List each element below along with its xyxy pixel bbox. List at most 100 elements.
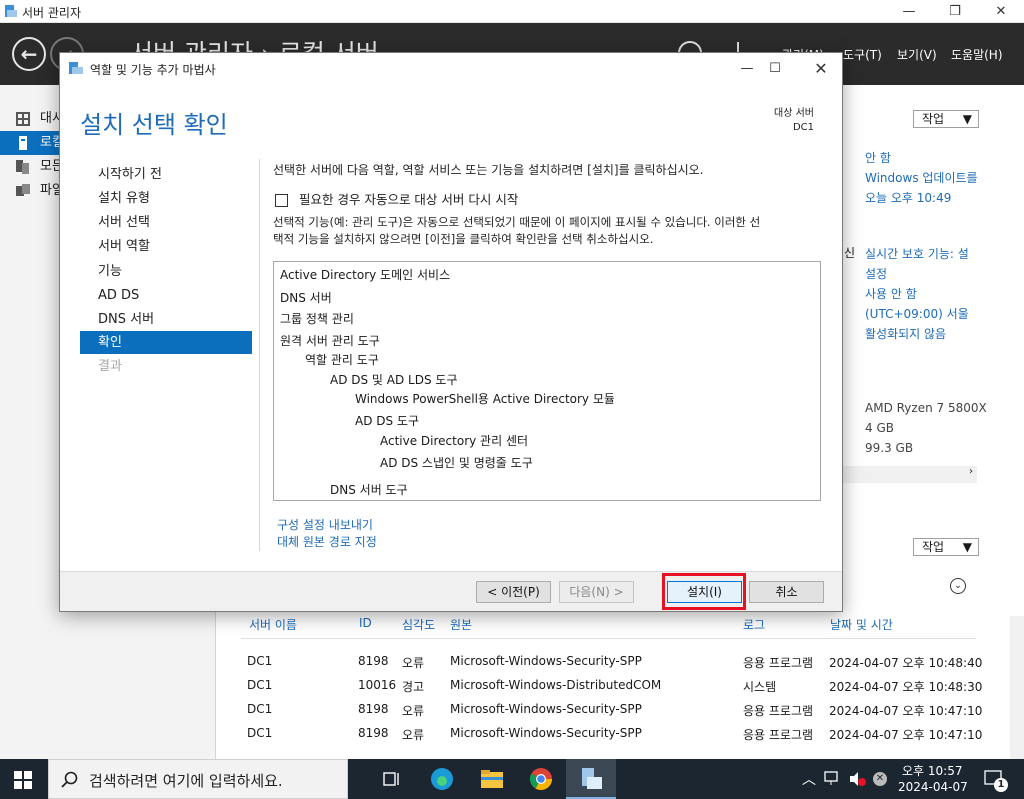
disk-value: 99.3 GB [865, 441, 914, 455]
cell-date-time: 2024-04-07 오후 10:48:30 [829, 680, 983, 694]
step-server-selection[interactable]: 서버 선택 [80, 211, 252, 234]
step-before-you-begin[interactable]: 시작하기 전 [80, 163, 252, 186]
list-item: Windows PowerShell용 Active Directory 모듈 [355, 392, 615, 406]
all-servers-icon [16, 160, 29, 174]
property-value[interactable]: 오늘 오후 10:49 [865, 188, 978, 208]
cell-source: Microsoft-Windows-DistributedCOM [450, 678, 662, 692]
alternate-source-link[interactable]: 대체 원본 경로 지정 [277, 533, 377, 550]
property-value[interactable]: 실시간 보호 기능: 설 [865, 244, 969, 264]
memory-value: 4 GB [865, 421, 894, 435]
task-view-icon[interactable] [378, 765, 406, 793]
wizard-maximize-button[interactable]: ☐ [752, 57, 798, 79]
cell-id: 8198 [358, 726, 389, 740]
show-hidden-icons-chevron-icon[interactable]: ︿ [802, 769, 816, 789]
list-item: Active Directory 도메인 서비스 [280, 268, 451, 282]
previous-button[interactable]: < 이전(P) [476, 581, 551, 603]
property-value[interactable]: Windows 업데이트를 [865, 168, 978, 188]
properties-column-2: 실시간 보호 기능: 설 설정 사용 안 함 (UTC+09:00) 서울 활성… [865, 244, 969, 344]
clock-date[interactable]: 2024-04-07 [898, 780, 968, 794]
taskbar-search-box[interactable]: 검색하려면 여기에 입력하세요. [48, 759, 348, 799]
list-item: AD DS 스냅인 및 명령줄 도구 [380, 456, 533, 470]
clock-time[interactable]: 오후 10:57 [902, 762, 962, 779]
network-icon[interactable] [824, 771, 842, 787]
minimize-button[interactable]: — [886, 0, 932, 23]
chrome-browser-icon[interactable] [527, 765, 555, 793]
target-server-info: 대상 서버 DC1 [774, 107, 814, 135]
file-explorer-icon[interactable] [478, 765, 506, 793]
list-item: DNS 서버 [280, 291, 332, 305]
volume-muted-icon[interactable] [848, 771, 868, 787]
cell-source: Microsoft-Windows-Security-SPP [450, 726, 642, 740]
cell-server: DC1 [247, 678, 273, 692]
property-value[interactable]: 설정 [865, 264, 969, 284]
wizard-icon [69, 62, 83, 74]
server-manager-icon [5, 5, 17, 17]
step-dns-server[interactable]: DNS 서버 [80, 308, 252, 331]
tasks-dropdown-properties[interactable]: 작업 ▼ [913, 110, 979, 128]
optional-features-note-line2: 택적 기능을 설치하지 않으려면 [이전]을 클릭하여 확인란을 선택 취소하십… [273, 232, 654, 246]
step-confirmation[interactable]: 확인 [80, 331, 252, 354]
windows-start-icon[interactable] [14, 771, 32, 789]
wizard-divider [259, 159, 260, 551]
step-installation-type[interactable]: 설치 유형 [80, 187, 252, 210]
processor-value: AMD Ryzen 7 5800X [865, 401, 987, 415]
events-table: 서버 이름 ID 심각도 원본 로그 날짜 및 시간 DC1 8198 오류 M… [241, 616, 982, 742]
cell-log: 시스템 [743, 680, 777, 694]
server-manager-titlebar: 서버 관리자 — ❐ ✕ [0, 0, 1024, 23]
property-value[interactable]: 사용 안 함 [865, 284, 969, 304]
cell-id: 10016 [358, 678, 397, 692]
step-features[interactable]: 기능 [80, 260, 252, 283]
header-divider [241, 638, 976, 639]
tasks-label: 작업 [922, 540, 945, 554]
step-server-roles[interactable]: 서버 역할 [80, 235, 252, 258]
taskbar-server-manager-active[interactable] [566, 759, 616, 799]
restart-checkbox-label[interactable]: 필요한 경우 자동으로 대상 서버 다시 시작 [299, 191, 518, 209]
step-ad-ds[interactable]: AD DS [80, 284, 252, 307]
file-services-icon [16, 184, 30, 196]
column-date-time[interactable]: 날짜 및 시간 [830, 616, 893, 633]
search-icon [61, 771, 78, 788]
cell-severity: 오류 [402, 728, 425, 742]
cell-log: 응용 프로그램 [743, 728, 814, 742]
target-server-label: 대상 서버 [774, 108, 814, 119]
menu-view[interactable]: 보기(V) [897, 46, 937, 63]
selection-list[interactable]: Active Directory 도메인 서비스 DNS 서버 그룹 정책 관리… [273, 261, 821, 501]
table-row[interactable]: DC1 10016 경고 Microsoft-Windows-Distribut… [241, 674, 982, 698]
wizard-close-button[interactable]: ✕ [798, 57, 844, 79]
property-value[interactable]: 활성화되지 않음 [865, 324, 969, 344]
vertical-scrollbar[interactable] [1010, 616, 1024, 759]
column-severity[interactable]: 심각도 [402, 616, 435, 633]
cell-log: 응용 프로그램 [743, 704, 814, 718]
column-source[interactable]: 원본 [450, 616, 472, 633]
cell-server: DC1 [247, 702, 273, 716]
collapse-chevron-icon[interactable]: ⌄ [950, 578, 966, 594]
close-button[interactable]: ✕ [978, 0, 1024, 23]
install-button[interactable]: 설치(I) [667, 581, 742, 603]
tasks-dropdown-events[interactable]: 작업 ▼ [913, 538, 979, 556]
page-title: 설치 선택 확인 [80, 111, 228, 139]
properties-column-1: 안 함 Windows 업데이트를 오늘 오후 10:49 [865, 148, 978, 208]
restart-checkbox[interactable] [275, 194, 288, 207]
horizontal-scrollbar[interactable]: › [843, 466, 977, 483]
edge-browser-icon[interactable] [428, 765, 456, 793]
back-arrow-icon[interactable]: ← [12, 37, 46, 71]
table-row[interactable]: DC1 8198 오류 Microsoft-Windows-Security-S… [241, 698, 982, 722]
column-id[interactable]: ID [359, 616, 372, 630]
column-log[interactable]: 로그 [743, 616, 765, 633]
step-results: 결과 [98, 359, 122, 374]
menu-help[interactable]: 도움말(H) [951, 46, 1003, 63]
export-configuration-link[interactable]: 구성 설정 내보내기 [277, 516, 373, 533]
cell-date-time: 2024-04-07 오후 10:48:40 [829, 656, 983, 670]
target-server-name: DC1 [792, 122, 814, 133]
cancel-button[interactable]: 취소 [749, 581, 824, 603]
column-server-name[interactable]: 서버 이름 [249, 616, 297, 633]
restore-button[interactable]: ❐ [932, 0, 978, 23]
table-row[interactable]: DC1 8198 오류 Microsoft-Windows-Security-S… [241, 650, 982, 674]
table-row[interactable]: DC1 8198 오류 Microsoft-Windows-Security-S… [241, 722, 982, 746]
property-value[interactable]: 안 함 [865, 148, 978, 168]
property-value[interactable]: (UTC+09:00) 서울 [865, 304, 969, 324]
cell-date-time: 2024-04-07 오후 10:47:10 [829, 728, 983, 742]
list-item: AD DS 및 AD LDS 도구 [330, 373, 458, 387]
notification-dismiss-icon[interactable]: ✕ [873, 772, 887, 786]
menu-tools[interactable]: 도구(T) [843, 46, 882, 63]
